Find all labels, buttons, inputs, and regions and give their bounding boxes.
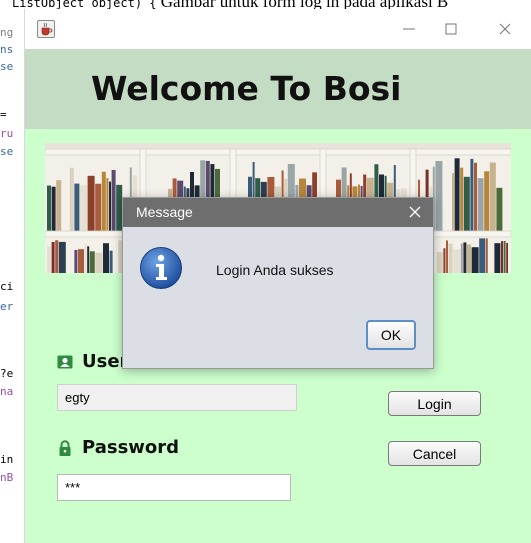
background-caption: ListObject object) { Gambar untuk form l… — [12, 0, 531, 9]
code-fragment: in — [0, 453, 14, 466]
maximize-icon[interactable] — [439, 19, 463, 39]
code-fragment: er — [0, 300, 14, 313]
dialog-message: Login Anda sukses — [216, 262, 334, 278]
password-label: Password — [82, 437, 180, 458]
user-card-icon — [57, 354, 73, 370]
lock-icon — [57, 439, 73, 456]
minimize-icon[interactable] — [397, 19, 421, 39]
code-fragment: ?e — [0, 367, 14, 380]
username-field[interactable]: egty — [57, 384, 297, 411]
page-title: Welcome To Bosi — [91, 69, 402, 108]
login-button[interactable]: Login — [388, 391, 481, 416]
background-caption-text: Gambar untuk form log in pada aplikasi B — [161, 0, 449, 9]
code-fragment: ru — [0, 127, 14, 140]
ok-button[interactable]: OK — [366, 320, 416, 350]
code-fragment: ns — [0, 43, 14, 56]
dialog-close-icon[interactable] — [405, 202, 425, 222]
background-caption-code: ListObject object) { — [12, 0, 157, 9]
code-fragment: se — [0, 60, 14, 73]
password-label-row: Password — [57, 437, 179, 458]
dialog-title: Message — [136, 204, 193, 220]
java-cup-icon — [37, 20, 55, 38]
close-icon[interactable] — [493, 19, 517, 39]
password-field[interactable]: *** — [57, 474, 291, 501]
background-code-editor: ng ns se = ru se ci er ?e na in nB — [0, 0, 24, 543]
code-fragment: ng — [0, 26, 14, 39]
message-dialog: Message Login Anda sukses OK — [122, 197, 434, 369]
dialog-titlebar[interactable]: Message — [123, 198, 433, 227]
screen: ng ns se = ru se ci er ?e na in nB ListObject obje… — [0, 0, 531, 543]
header-band: Welcome To Bosi — [25, 49, 531, 129]
code-fragment: = — [0, 108, 7, 121]
code-fragment: nB — [0, 471, 14, 484]
code-fragment: ci — [0, 280, 14, 293]
info-icon — [139, 246, 183, 290]
code-fragment: na — [0, 385, 14, 398]
cancel-button[interactable]: Cancel — [388, 441, 481, 466]
window-titlebar[interactable] — [25, 9, 531, 49]
code-fragment: se — [0, 145, 14, 158]
